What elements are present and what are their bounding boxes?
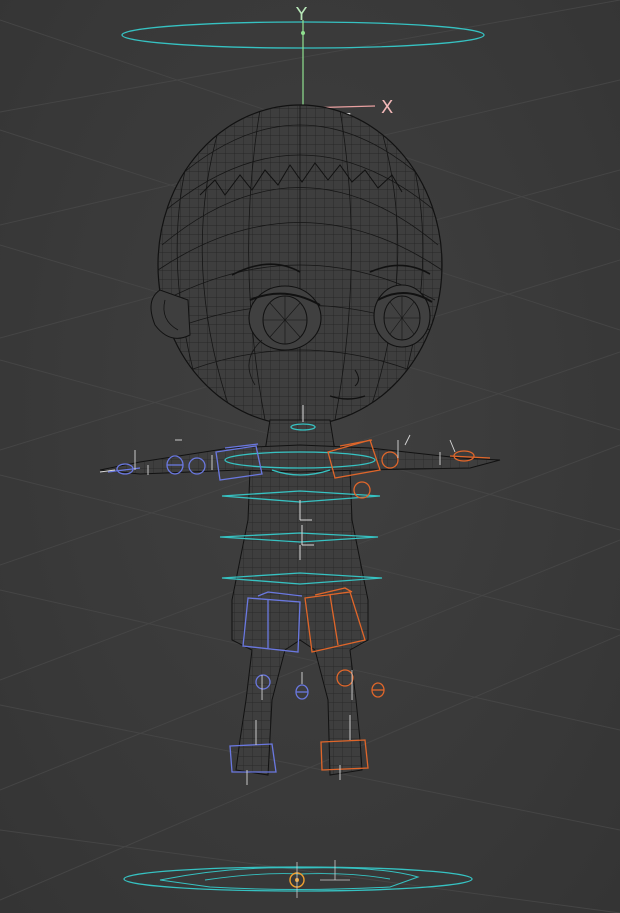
gizmo-y-label: Y bbox=[295, 4, 308, 25]
gizmo-x-label: X bbox=[381, 97, 393, 118]
character-head-mesh[interactable] bbox=[150, 100, 450, 430]
viewport-canvas[interactable]: Y X Z bbox=[0, 0, 620, 913]
object-origin-icon[interactable] bbox=[289, 860, 350, 898]
left-eye-mesh bbox=[248, 285, 322, 351]
3d-viewport[interactable]: Y X Z bbox=[0, 0, 620, 913]
